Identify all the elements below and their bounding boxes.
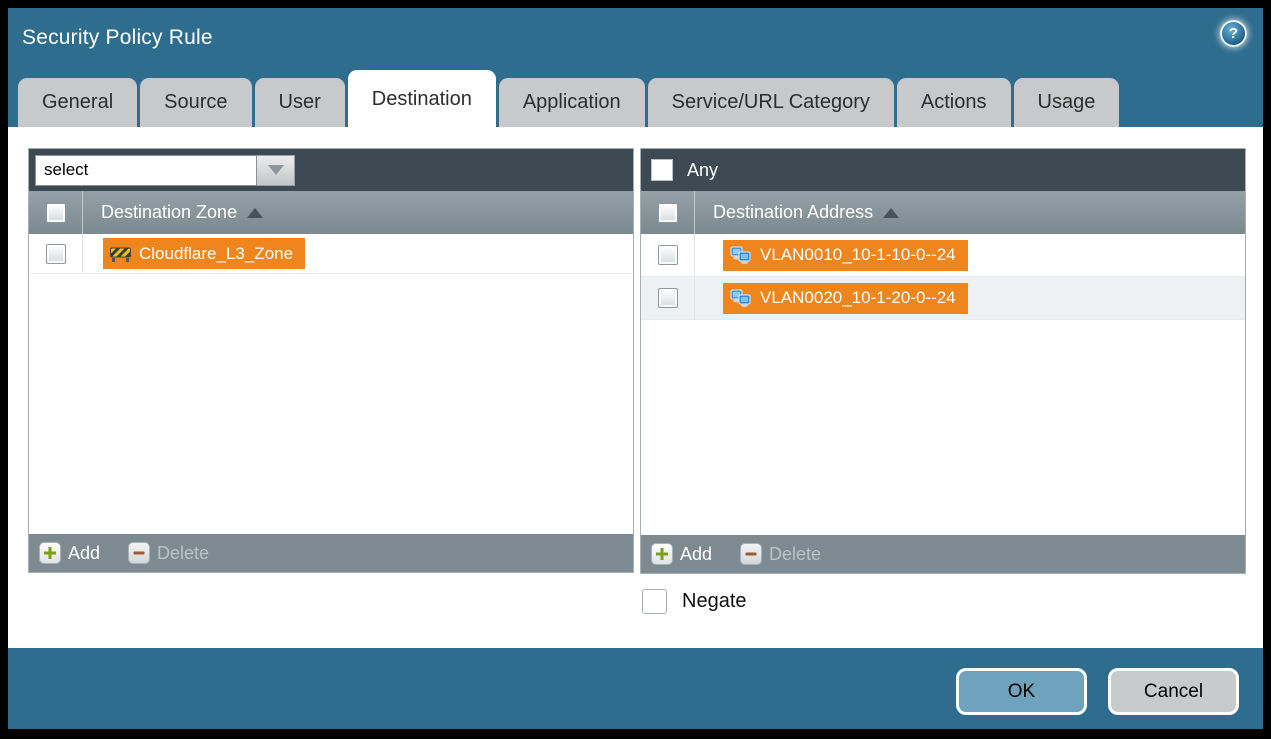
zone-column-title[interactable]: Destination Zone bbox=[101, 202, 263, 223]
address-chip-label: VLAN0020_10-1-20-0--24 bbox=[760, 288, 956, 308]
sort-ascending-icon bbox=[883, 208, 899, 218]
zone-selectall-cell bbox=[29, 191, 83, 234]
tab-actions[interactable]: Actions bbox=[897, 78, 1011, 127]
address-add-label: Add bbox=[680, 544, 712, 565]
minus-icon bbox=[128, 542, 150, 564]
zone-column-label: Destination Zone bbox=[101, 202, 237, 223]
any-label: Any bbox=[687, 160, 718, 181]
zone-add-label: Add bbox=[68, 543, 100, 564]
address-list: VLAN0010_10-1-10-0--24 bbox=[641, 234, 1245, 535]
zone-row[interactable]: Cloudflare_L3_Zone bbox=[29, 234, 633, 274]
help-icon[interactable]: ? bbox=[1220, 20, 1247, 47]
address-delete-label: Delete bbox=[769, 544, 821, 565]
address-toolbar: Any bbox=[641, 149, 1245, 191]
address-add-button[interactable]: Add bbox=[651, 543, 712, 565]
zone-select-dropdown-button[interactable] bbox=[257, 155, 295, 186]
zone-select-input[interactable] bbox=[35, 155, 257, 186]
zone-row-checkbox-cell bbox=[29, 234, 83, 273]
address-row-checkbox[interactable] bbox=[658, 245, 678, 265]
negate-checkbox[interactable] bbox=[642, 589, 667, 614]
sort-ascending-icon bbox=[247, 208, 263, 218]
plus-icon bbox=[39, 542, 61, 564]
negate-label: Negate bbox=[682, 590, 747, 613]
minus-icon bbox=[740, 543, 762, 565]
security-policy-rule-dialog: Security Policy Rule ? General Source Us… bbox=[8, 8, 1263, 729]
tab-destination[interactable]: Destination bbox=[348, 70, 496, 127]
tab-source[interactable]: Source bbox=[140, 78, 251, 127]
any-wrap: Any bbox=[647, 159, 718, 181]
zone-select-all-checkbox[interactable] bbox=[46, 203, 66, 223]
zone-row-checkbox[interactable] bbox=[46, 244, 66, 264]
address-row-checkbox-cell bbox=[641, 234, 695, 276]
negate-option: Negate bbox=[642, 589, 747, 614]
address-column-header[interactable]: Destination Address bbox=[641, 191, 1245, 234]
zone-chip[interactable]: Cloudflare_L3_Zone bbox=[103, 238, 305, 269]
zone-delete-label: Delete bbox=[157, 543, 209, 564]
address-row-checkbox-cell bbox=[641, 277, 695, 319]
dialog-footer: OK Cancel bbox=[8, 648, 1263, 739]
address-row[interactable]: VLAN0020_10-1-20-0--24 bbox=[641, 277, 1245, 320]
zone-panel-footer: Add Delete bbox=[29, 534, 633, 572]
address-delete-button[interactable]: Delete bbox=[740, 543, 821, 565]
tab-service-url-category[interactable]: Service/URL Category bbox=[648, 78, 894, 127]
address-column-label: Destination Address bbox=[713, 202, 873, 223]
address-row[interactable]: VLAN0010_10-1-10-0--24 bbox=[641, 234, 1245, 277]
address-chip[interactable]: VLAN0010_10-1-10-0--24 bbox=[723, 240, 968, 271]
address-icon bbox=[730, 246, 752, 264]
zone-select-combo bbox=[35, 155, 295, 186]
zone-add-button[interactable]: Add bbox=[39, 542, 100, 564]
tab-application[interactable]: Application bbox=[499, 78, 645, 127]
cancel-button[interactable]: Cancel bbox=[1108, 668, 1239, 715]
destination-zone-panel: Destination Zone bbox=[28, 148, 634, 573]
tab-general[interactable]: General bbox=[18, 78, 137, 127]
address-select-all-checkbox[interactable] bbox=[658, 203, 678, 223]
address-selectall-cell bbox=[641, 191, 695, 234]
any-checkbox[interactable] bbox=[651, 159, 673, 181]
address-panel-footer: Add Delete bbox=[641, 535, 1245, 573]
dialog-title: Security Policy Rule bbox=[22, 26, 213, 50]
chevron-down-icon bbox=[268, 165, 284, 175]
address-row-checkbox[interactable] bbox=[658, 288, 678, 308]
zone-chip-label: Cloudflare_L3_Zone bbox=[139, 244, 293, 264]
zone-toolbar bbox=[29, 149, 633, 191]
ok-button[interactable]: OK bbox=[956, 668, 1087, 715]
tab-usage[interactable]: Usage bbox=[1014, 78, 1120, 127]
zone-icon bbox=[110, 246, 131, 262]
tab-content-destination: Destination Zone bbox=[8, 127, 1263, 648]
zone-delete-button[interactable]: Delete bbox=[128, 542, 209, 564]
plus-icon bbox=[651, 543, 673, 565]
address-column-title[interactable]: Destination Address bbox=[713, 202, 899, 223]
zone-list: Cloudflare_L3_Zone bbox=[29, 234, 633, 534]
address-icon bbox=[730, 289, 752, 307]
tab-user[interactable]: User bbox=[255, 78, 345, 127]
zone-column-header[interactable]: Destination Zone bbox=[29, 191, 633, 234]
title-bar: Security Policy Rule ? bbox=[8, 8, 1263, 70]
address-chip[interactable]: VLAN0020_10-1-20-0--24 bbox=[723, 283, 968, 314]
destination-address-panel: Any Destination Address bbox=[640, 148, 1246, 574]
tab-bar: General Source User Destination Applicat… bbox=[8, 70, 1263, 127]
address-chip-label: VLAN0010_10-1-10-0--24 bbox=[760, 245, 956, 265]
